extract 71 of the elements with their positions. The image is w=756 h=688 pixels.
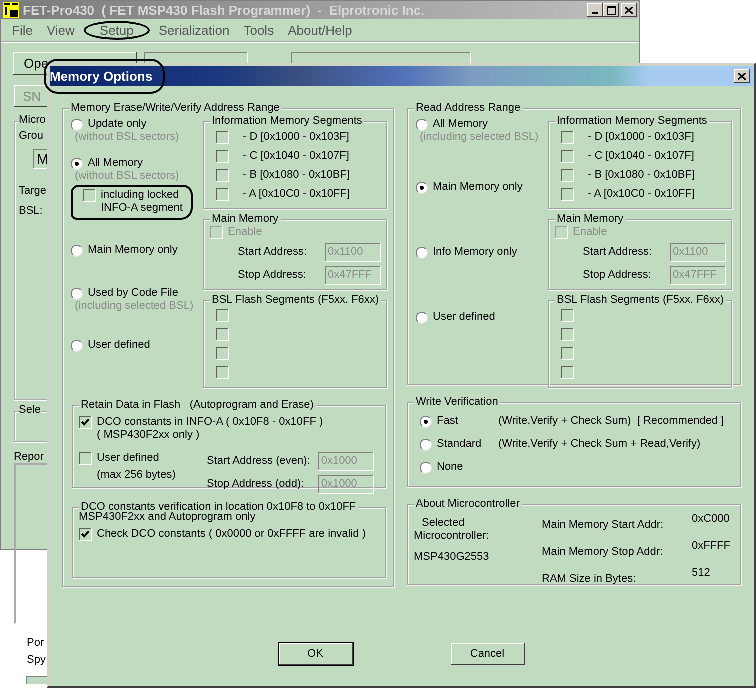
group-title: About Microcontroller bbox=[415, 498, 521, 511]
segment-label: - D [0x1000 - 0x103F] bbox=[588, 131, 694, 144]
info-label: RAM Size in Bytes: bbox=[542, 573, 638, 586]
field-label: Repor bbox=[14, 451, 45, 463]
field-label: Start Address: bbox=[583, 246, 652, 259]
option-detail: (Write,Verify + Check Sum + Read,Verify) bbox=[498, 438, 702, 451]
segment-label: - A [0x10C0 - 0x10FF] bbox=[588, 188, 695, 201]
option-note: (without BSL sectors) bbox=[75, 131, 180, 144]
option-label: None bbox=[437, 461, 464, 474]
field-label: Start Address (even): bbox=[207, 455, 310, 468]
group-title: Sele bbox=[19, 404, 42, 416]
option-detail: (Write,Verify + Check Sum) [ Recommended ] bbox=[498, 415, 726, 428]
field-label: Por bbox=[27, 637, 46, 649]
group-title: Micro bbox=[19, 114, 48, 126]
segment-label: - C [0x1040 - 0x107F] bbox=[243, 150, 350, 163]
group-title: Read Address Range bbox=[415, 102, 522, 115]
option-note: (including selected BSL) bbox=[75, 300, 195, 313]
segment-label: - C [0x1040 - 0x107F] bbox=[588, 150, 694, 163]
field-label: Spy bbox=[27, 654, 47, 666]
checkbox-label: including locked INFO-A segment bbox=[101, 189, 184, 215]
option-label: Main Memory only bbox=[88, 244, 178, 257]
group-title: DCO constants verification in location 0x10F8 to 0x10FF bbox=[81, 501, 358, 513]
segment-label: - D [0x1000 - 0x103F] bbox=[243, 131, 350, 144]
segment-label: - B [0x1080 - 0x10BF] bbox=[243, 169, 350, 182]
checkbox-label: DCO constants in INFO-A ( 0x10F8 - 0x10FF ) bbox=[97, 416, 324, 429]
info-value: 512 bbox=[692, 567, 712, 580]
option-label: Used by Code File bbox=[88, 287, 178, 300]
option-label: User defined bbox=[433, 311, 496, 324]
checkbox-note: (max 256 bytes) bbox=[97, 469, 176, 482]
field-label: Stop Address (odd): bbox=[207, 478, 304, 491]
checkbox-label: User defined bbox=[97, 452, 160, 465]
info-value: 0xFFFF bbox=[692, 540, 730, 553]
info-value: 0xC000 bbox=[692, 513, 730, 526]
group-title: Write Verification bbox=[415, 396, 500, 409]
segment-label: - B [0x1080 - 0x10BF] bbox=[588, 169, 696, 182]
group-title: Main Memory bbox=[556, 213, 625, 226]
info-label: Main Memory Stop Addr: bbox=[542, 546, 664, 559]
info-label: Main Memory Start Addr: bbox=[542, 519, 665, 532]
group-title: Memory Erase/Write/Verify Address Range bbox=[70, 102, 281, 115]
group-subtitle: MSP430F2xx and Autoprogram only bbox=[79, 511, 257, 524]
group-title: Main Memory bbox=[211, 213, 280, 226]
group-title: BSL Flash Segments (F5xx. F6xx) bbox=[211, 294, 380, 307]
field-label: Targe bbox=[19, 185, 48, 197]
info-label: Selected bbox=[422, 517, 466, 530]
option-label: Fast bbox=[437, 415, 458, 428]
device-name: MSP430G2553 bbox=[414, 551, 490, 564]
option-label: Standard bbox=[437, 438, 482, 451]
field-label: Stop Address: bbox=[583, 269, 652, 282]
group-title: Information Memory Segments bbox=[211, 115, 364, 128]
segment-label: - A [0x10C0 - 0x10FF] bbox=[243, 188, 350, 201]
checkbox-label: Enable bbox=[573, 226, 608, 239]
option-label: Main Memory only bbox=[433, 181, 523, 194]
group-title: BSL Flash Segments (F5xx. F6xx) bbox=[556, 294, 726, 307]
option-note: (without BSL sectors) bbox=[75, 170, 180, 183]
field-label: Start Address: bbox=[238, 246, 308, 259]
dialog-title: Memory Options bbox=[50, 68, 153, 84]
field-label: Stop Address: bbox=[238, 269, 306, 282]
info-label: Microcontroller: bbox=[414, 530, 490, 543]
group-title: Information Memory Segments bbox=[556, 115, 708, 128]
option-label: All Memory bbox=[88, 157, 144, 170]
checkbox-label: Check DCO constants ( 0x0000 or 0xFFFF are invalid ) bbox=[97, 528, 366, 541]
option-label: All Memory bbox=[433, 118, 488, 131]
field-label: BSL: bbox=[19, 205, 44, 217]
checkbox-note: ( MSP430F2xx only ) bbox=[97, 429, 201, 442]
option-note: (including selected BSL) bbox=[420, 131, 540, 144]
field-label: Grou bbox=[19, 130, 44, 142]
checkbox-label: Enable bbox=[228, 226, 262, 239]
option-label: Update only bbox=[88, 118, 147, 131]
option-label: Info Memory only bbox=[433, 246, 518, 259]
group-title: Retain Data in Flash (Autoprogram and Erase) bbox=[80, 399, 315, 412]
option-label: User defined bbox=[88, 339, 150, 352]
